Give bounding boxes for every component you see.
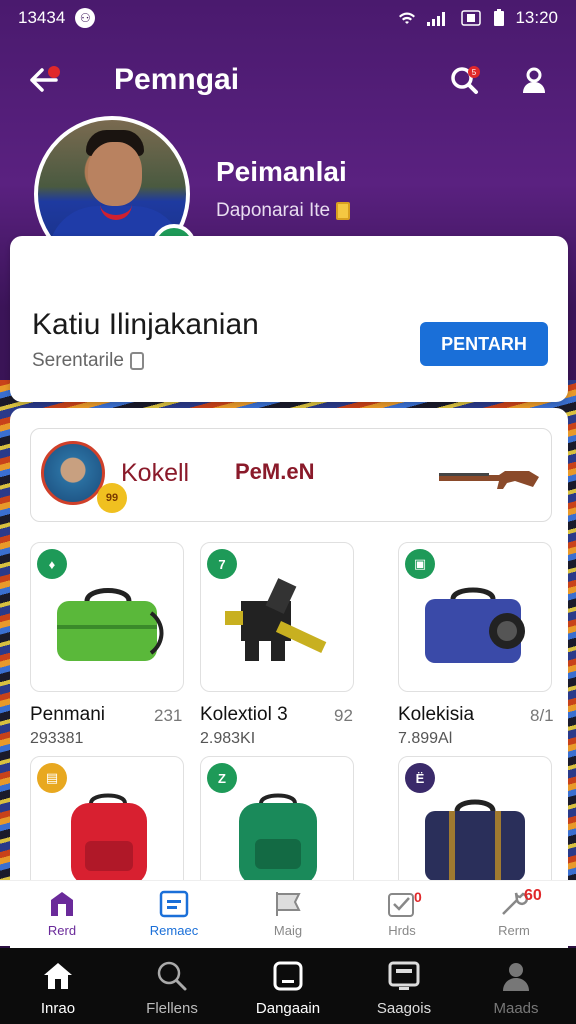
list-icon xyxy=(159,890,189,918)
green-backpack-icon xyxy=(239,793,317,885)
app-bar: Pemngai 5 xyxy=(0,52,576,108)
tab-rerd[interactable]: Rerd xyxy=(22,889,102,943)
status-time: 13434 xyxy=(18,8,66,27)
item-count: 231 xyxy=(154,706,183,725)
item-count: 8/1 xyxy=(530,706,554,725)
back-badge xyxy=(48,66,60,78)
tab-rerm[interactable]: Rerm 60 xyxy=(474,887,554,943)
card-subtitle-text: Serentarile xyxy=(32,350,124,371)
featured-text-2: PeM.eN xyxy=(235,459,315,484)
status-bar: 13434 ⚇ 13:20 xyxy=(0,0,576,36)
red-backpack-icon xyxy=(71,793,147,885)
nav-maads[interactable]: Maads xyxy=(466,958,566,1017)
bottom-navigation: Inrao Flellens Dangaain Saagois Maads xyxy=(0,948,576,1024)
item-card[interactable]: ♦ xyxy=(30,542,184,692)
green-bag-icon xyxy=(57,588,164,661)
clipboard-icon xyxy=(336,202,351,220)
nav-dangaain[interactable]: Dangaain xyxy=(238,958,338,1017)
card-subtitle: Serentarile xyxy=(32,350,144,372)
tab-label: Maig xyxy=(273,923,303,938)
monitor-icon xyxy=(388,961,420,990)
square-icon xyxy=(273,961,303,991)
person-icon xyxy=(503,963,529,991)
item-label: Kolekisia xyxy=(398,704,475,725)
profile-name: Peimanlai xyxy=(216,156,347,187)
battery-icon xyxy=(494,9,505,26)
item-card[interactable]: 7 xyxy=(200,542,354,692)
person-icon xyxy=(523,67,545,93)
rifle-icon xyxy=(439,471,539,489)
vibrate-icon xyxy=(461,10,482,26)
tab-label: Hrds xyxy=(388,923,416,938)
nav-label: Inrao xyxy=(40,1000,76,1017)
tab-label: Rerm xyxy=(498,923,530,938)
home-shield-icon xyxy=(51,892,73,916)
blue-case-icon xyxy=(425,587,525,663)
check-icon xyxy=(388,893,414,917)
category-tab-bar: Rerd Remaec Maig Hrds 0 Rerm 60 xyxy=(0,880,576,946)
nav-saagois[interactable]: Saagois xyxy=(354,958,454,1017)
search-icon xyxy=(157,961,187,991)
nav-label: Flellens xyxy=(146,1000,198,1017)
content-panel: 99 Kokell PeM.eN ♦ 7 ▣ Penmani 231 29338… xyxy=(10,408,568,948)
team-badge-icon xyxy=(41,441,105,505)
back-button[interactable] xyxy=(24,60,64,100)
tab-hrds[interactable]: Hrds 0 xyxy=(362,889,442,943)
tab-label: Rerd xyxy=(47,923,77,938)
nav-search[interactable]: Flellens xyxy=(122,958,222,1017)
card-title: Katiu Ilinjakanian xyxy=(32,308,259,341)
info-card: Katiu Ilinjakanian Serentarile PENTARH xyxy=(10,236,568,402)
item-value: 293381 xyxy=(30,730,84,747)
notification-icon: ⚇ xyxy=(75,8,96,28)
item-value: 2.983KI xyxy=(200,730,256,747)
item-label: Kolextiol 3 xyxy=(200,704,288,725)
signal-icon xyxy=(427,12,446,26)
tab-remaec[interactable]: Remaec xyxy=(134,889,214,943)
featured-text-1: Kokell xyxy=(121,459,190,487)
nav-label: Saagois xyxy=(376,1000,432,1017)
profile-subtitle-text: Daponarai Ite xyxy=(216,200,331,221)
screen: { "status": {"time": "13434", "right_tim… xyxy=(0,0,576,1024)
nav-label: Dangaain xyxy=(255,1000,321,1017)
gadget-icon xyxy=(225,578,327,661)
nav-label: Maads xyxy=(493,1000,539,1017)
navy-suitcase-icon xyxy=(425,799,525,881)
item-count: 92 xyxy=(334,706,353,725)
item-value: 7.899Al xyxy=(398,730,453,747)
flag-icon xyxy=(276,892,301,916)
tab-maig[interactable]: Maig xyxy=(248,889,328,943)
item-card[interactable]: ▣ xyxy=(398,542,552,692)
home-icon xyxy=(44,963,72,989)
tab-badge: 0 xyxy=(414,889,422,905)
featured-banner[interactable]: 99 Kokell PeM.eN xyxy=(30,428,552,522)
tab-badge: 60 xyxy=(524,887,542,904)
wifi-icon xyxy=(399,12,416,24)
profile-button[interactable] xyxy=(514,60,554,100)
item-label: Penmani xyxy=(30,704,105,725)
page-title: Pemngai xyxy=(114,63,240,96)
profile-subtitle: Daponarai Ite xyxy=(216,200,351,222)
tab-label: Remaec xyxy=(149,923,199,938)
lock-icon xyxy=(129,352,144,370)
search-badge: 5 xyxy=(468,66,480,78)
status-clock: 13:20 xyxy=(515,8,558,27)
avatar-face xyxy=(88,142,142,206)
primary-action-button[interactable]: PENTARH xyxy=(420,322,548,366)
search-button[interactable]: 5 xyxy=(444,60,484,100)
nav-home[interactable]: Inrao xyxy=(8,958,108,1017)
